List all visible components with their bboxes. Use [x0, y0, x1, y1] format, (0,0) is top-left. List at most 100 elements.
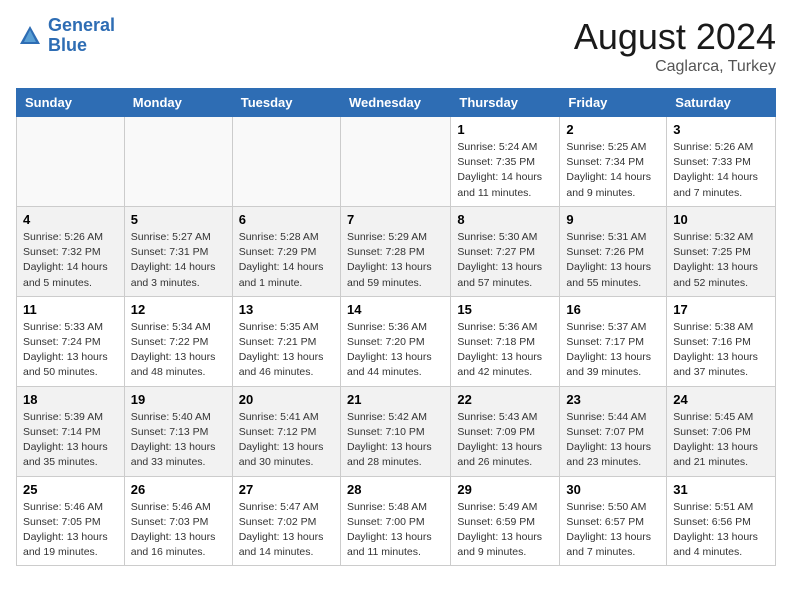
- day-number: 14: [347, 302, 444, 317]
- day-cell-27: 27Sunrise: 5:47 AMSunset: 7:02 PMDayligh…: [232, 476, 340, 566]
- day-info: Sunrise: 5:49 AMSunset: 6:59 PMDaylight:…: [457, 500, 553, 561]
- day-info: Sunrise: 5:37 AMSunset: 7:17 PMDaylight:…: [566, 320, 660, 381]
- day-info: Sunrise: 5:36 AMSunset: 7:18 PMDaylight:…: [457, 320, 553, 381]
- day-number: 30: [566, 482, 660, 497]
- day-number: 20: [239, 392, 334, 407]
- day-info: Sunrise: 5:35 AMSunset: 7:21 PMDaylight:…: [239, 320, 334, 381]
- day-cell-22: 22 Sunrise: 5:43 AMSunset: 7:09 PMDayligh…: [451, 386, 560, 476]
- day-number: 15: [457, 302, 553, 317]
- day-number: 31: [673, 482, 769, 497]
- day-info: Sunrise: 5:44 AMSunset: 7:07 PMDaylight:…: [566, 410, 660, 471]
- day-cell-6: 6 Sunrise: 5:28 AMSunset: 7:29 PMDaylight…: [232, 206, 340, 296]
- day-info: Sunrise: 5:31 AMSunset: 7:26 PMDaylight:…: [566, 230, 660, 291]
- day-number: 10: [673, 212, 769, 227]
- month-title: August 2024: [574, 16, 776, 58]
- weekday-header-saturday: Saturday: [667, 89, 776, 117]
- day-cell-21: 21 Sunrise: 5:42 AMSunset: 7:10 PMDayligh…: [340, 386, 450, 476]
- day-cell-3: 3 Sunrise: 5:26 AMSunset: 7:33 PMDaylight…: [667, 117, 776, 207]
- day-info: Sunrise: 5:25 AMSunset: 7:34 PMDaylight:…: [566, 140, 660, 201]
- day-info: Sunrise: 5:51 AMSunset: 6:56 PMDaylight:…: [673, 500, 769, 561]
- day-cell-9: 9 Sunrise: 5:31 AMSunset: 7:26 PMDaylight…: [560, 206, 667, 296]
- week-row-1: 1Sunrise: 5:24 AMSunset: 7:35 PMDaylight…: [17, 117, 776, 207]
- day-number: 9: [566, 212, 660, 227]
- day-cell-12: 12Sunrise: 5:34 AMSunset: 7:22 PMDayligh…: [124, 296, 232, 386]
- day-cell-20: 20 Sunrise: 5:41 AMSunset: 7:12 PMDayligh…: [232, 386, 340, 476]
- day-cell-7: 7 Sunrise: 5:29 AMSunset: 7:28 PMDaylight…: [340, 206, 450, 296]
- day-cell-16: 16Sunrise: 5:37 AMSunset: 7:17 PMDayligh…: [560, 296, 667, 386]
- title-block: August 2024 Caglarca, Turkey: [574, 16, 776, 76]
- day-number: 8: [457, 212, 553, 227]
- day-cell-25: 25 Sunrise: 5:46 AMSunset: 7:05 PMDayligh…: [17, 476, 125, 566]
- day-info: Sunrise: 5:29 AMSunset: 7:28 PMDaylight:…: [347, 230, 444, 291]
- day-info: Sunrise: 5:39 AMSunset: 7:14 PMDaylight:…: [23, 410, 118, 471]
- day-info: Sunrise: 5:43 AMSunset: 7:09 PMDaylight:…: [457, 410, 553, 471]
- day-cell-1: 1Sunrise: 5:24 AMSunset: 7:35 PMDaylight…: [451, 117, 560, 207]
- day-info: Sunrise: 5:41 AMSunset: 7:12 PMDaylight:…: [239, 410, 334, 471]
- weekday-header-monday: Monday: [124, 89, 232, 117]
- weekday-header-thursday: Thursday: [451, 89, 560, 117]
- week-row-4: 18 Sunrise: 5:39 AMSunset: 7:14 PMDayligh…: [17, 386, 776, 476]
- week-row-5: 25 Sunrise: 5:46 AMSunset: 7:05 PMDayligh…: [17, 476, 776, 566]
- day-cell-23: 23 Sunrise: 5:44 AMSunset: 7:07 PMDayligh…: [560, 386, 667, 476]
- day-info: Sunrise: 5:40 AMSunset: 7:13 PMDaylight:…: [131, 410, 226, 471]
- day-cell-29: 29 Sunrise: 5:49 AMSunset: 6:59 PMDayligh…: [451, 476, 560, 566]
- day-number: 5: [131, 212, 226, 227]
- day-number: 24: [673, 392, 769, 407]
- day-number: 1: [457, 122, 553, 137]
- week-row-2: 4Sunrise: 5:26 AMSunset: 7:32 PMDaylight…: [17, 206, 776, 296]
- day-number: 25: [23, 482, 118, 497]
- day-cell-2: 2 Sunrise: 5:25 AMSunset: 7:34 PMDaylight…: [560, 117, 667, 207]
- day-cell-31: 31 Sunrise: 5:51 AMSunset: 6:56 PMDayligh…: [667, 476, 776, 566]
- day-cell-13: 13 Sunrise: 5:35 AMSunset: 7:21 PMDayligh…: [232, 296, 340, 386]
- day-info: Sunrise: 5:28 AMSunset: 7:29 PMDaylight:…: [239, 230, 334, 291]
- day-number: 7: [347, 212, 444, 227]
- day-number: 21: [347, 392, 444, 407]
- empty-cell: [17, 117, 125, 207]
- day-number: 2: [566, 122, 660, 137]
- day-cell-15: 15 Sunrise: 5:36 AMSunset: 7:18 PMDayligh…: [451, 296, 560, 386]
- day-number: 18: [23, 392, 118, 407]
- day-number: 3: [673, 122, 769, 137]
- day-number: 19: [131, 392, 226, 407]
- empty-cell: [340, 117, 450, 207]
- day-cell-26: 26Sunrise: 5:46 AMSunset: 7:03 PMDayligh…: [124, 476, 232, 566]
- day-info: Sunrise: 5:50 AMSunset: 6:57 PMDaylight:…: [566, 500, 660, 561]
- day-cell-14: 14Sunrise: 5:36 AMSunset: 7:20 PMDayligh…: [340, 296, 450, 386]
- logo-text: General Blue: [48, 16, 115, 56]
- day-info: Sunrise: 5:45 AMSunset: 7:06 PMDaylight:…: [673, 410, 769, 471]
- day-info: Sunrise: 5:26 AMSunset: 7:32 PMDaylight:…: [23, 230, 118, 291]
- day-cell-10: 10 Sunrise: 5:32 AMSunset: 7:25 PMDayligh…: [667, 206, 776, 296]
- day-info: Sunrise: 5:27 AMSunset: 7:31 PMDaylight:…: [131, 230, 226, 291]
- day-info: Sunrise: 5:46 AMSunset: 7:05 PMDaylight:…: [23, 500, 118, 561]
- day-number: 17: [673, 302, 769, 317]
- weekday-header-wednesday: Wednesday: [340, 89, 450, 117]
- day-cell-28: 28 Sunrise: 5:48 AMSunset: 7:00 PMDayligh…: [340, 476, 450, 566]
- day-info: Sunrise: 5:34 AMSunset: 7:22 PMDaylight:…: [131, 320, 226, 381]
- weekday-header-friday: Friday: [560, 89, 667, 117]
- day-info: Sunrise: 5:38 AMSunset: 7:16 PMDaylight:…: [673, 320, 769, 381]
- location: Caglarca, Turkey: [574, 58, 776, 76]
- week-row-3: 11Sunrise: 5:33 AMSunset: 7:24 PMDayligh…: [17, 296, 776, 386]
- day-number: 28: [347, 482, 444, 497]
- day-info: Sunrise: 5:47 AMSunset: 7:02 PMDaylight:…: [239, 500, 334, 561]
- day-info: Sunrise: 5:26 AMSunset: 7:33 PMDaylight:…: [673, 140, 769, 201]
- day-info: Sunrise: 5:42 AMSunset: 7:10 PMDaylight:…: [347, 410, 444, 471]
- day-number: 29: [457, 482, 553, 497]
- day-number: 23: [566, 392, 660, 407]
- day-cell-4: 4Sunrise: 5:26 AMSunset: 7:32 PMDaylight…: [17, 206, 125, 296]
- logo: General Blue: [16, 16, 115, 56]
- weekday-header-tuesday: Tuesday: [232, 89, 340, 117]
- day-cell-5: 5 Sunrise: 5:27 AMSunset: 7:31 PMDaylight…: [124, 206, 232, 296]
- day-info: Sunrise: 5:30 AMSunset: 7:27 PMDaylight:…: [457, 230, 553, 291]
- day-number: 6: [239, 212, 334, 227]
- day-number: 13: [239, 302, 334, 317]
- day-number: 26: [131, 482, 226, 497]
- day-cell-11: 11Sunrise: 5:33 AMSunset: 7:24 PMDayligh…: [17, 296, 125, 386]
- logo-icon: [16, 22, 44, 50]
- empty-cell: [124, 117, 232, 207]
- day-info: Sunrise: 5:32 AMSunset: 7:25 PMDaylight:…: [673, 230, 769, 291]
- page-header: General Blue August 2024 Caglarca, Turke…: [16, 16, 776, 76]
- day-number: 22: [457, 392, 553, 407]
- weekday-header-row: SundayMondayTuesdayWednesdayThursdayFrid…: [17, 89, 776, 117]
- day-info: Sunrise: 5:48 AMSunset: 7:00 PMDaylight:…: [347, 500, 444, 561]
